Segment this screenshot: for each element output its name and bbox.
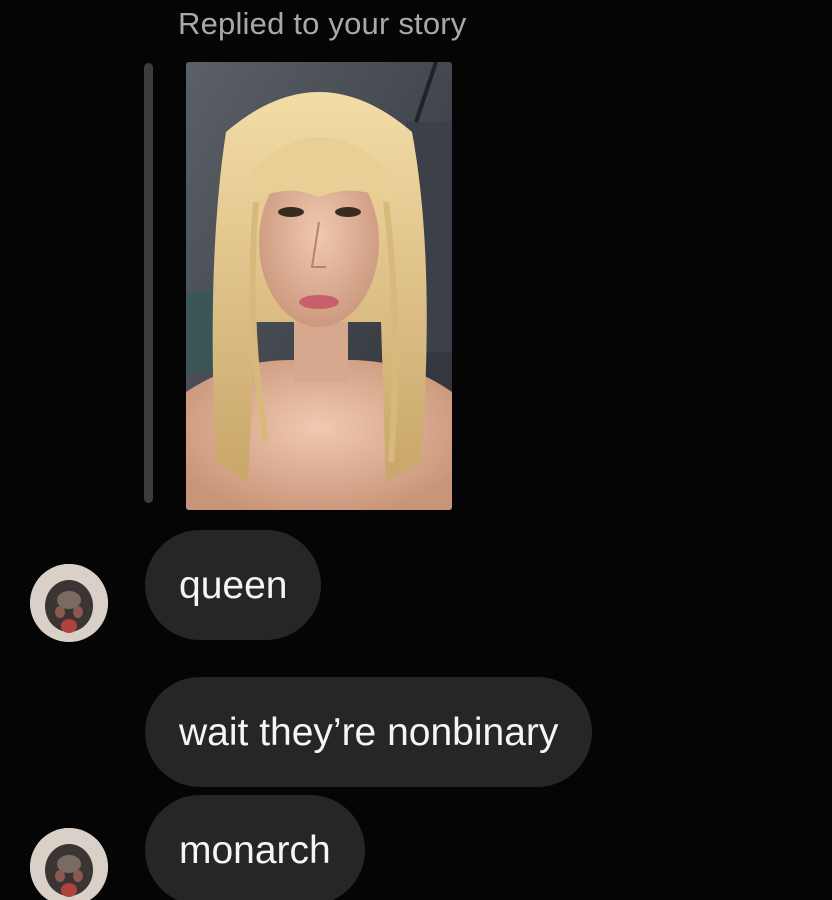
reply-context-label: Replied to your story bbox=[178, 6, 467, 41]
message-bubble[interactable]: queen bbox=[145, 530, 322, 640]
chat-thread: Replied to your story queen wait they’re… bbox=[0, 0, 832, 900]
message-bubble[interactable]: monarch bbox=[145, 795, 365, 900]
cat-avatar-icon bbox=[30, 828, 108, 900]
sender-avatar[interactable] bbox=[30, 828, 108, 900]
story-photo-image bbox=[186, 62, 452, 510]
message-bubble[interactable]: wait they’re nonbinary bbox=[145, 677, 593, 787]
message-text: monarch bbox=[179, 828, 331, 872]
story-thumbnail[interactable] bbox=[186, 62, 452, 510]
reply-quote-bar bbox=[144, 63, 153, 503]
message-text: wait they’re nonbinary bbox=[179, 710, 559, 754]
cat-avatar-icon bbox=[30, 564, 108, 642]
message-text: queen bbox=[179, 563, 288, 607]
sender-avatar[interactable] bbox=[30, 564, 108, 642]
